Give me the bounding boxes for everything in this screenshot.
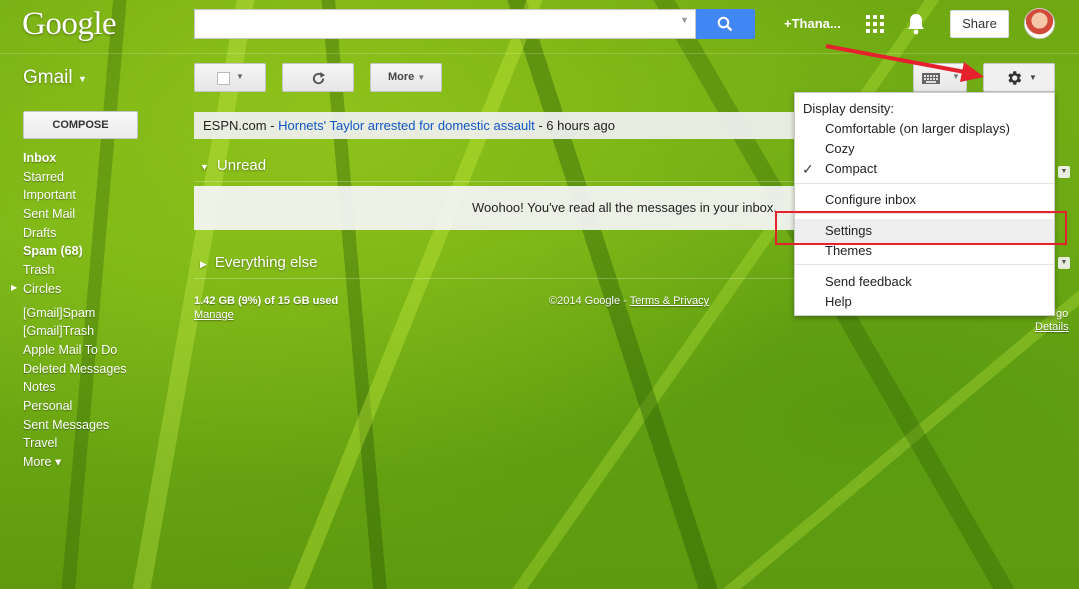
menu-divider	[795, 264, 1054, 265]
display-density-header: Display density:	[803, 101, 895, 116]
refresh-icon	[312, 71, 326, 85]
menu-item-cozy[interactable]: Cozy	[825, 141, 855, 156]
details-link[interactable]: Details	[1035, 321, 1069, 333]
news-age: - 6 hours ago	[534, 118, 615, 133]
chevron-down-icon: ▼	[417, 73, 426, 82]
expand-circles-icon[interactable]: ▶	[11, 283, 17, 292]
annotation-arrow-icon	[825, 44, 984, 82]
section-unread-toggle[interactable]: ▼ Unread	[200, 157, 266, 174]
menu-item-configure-inbox[interactable]: Configure inbox	[825, 192, 916, 207]
google-logo[interactable]: Google	[22, 6, 117, 43]
expand-triangle-icon: ▶	[200, 259, 207, 269]
section-unread-options-icon[interactable]: ▼	[1058, 166, 1070, 178]
more-actions-button[interactable]: More ▼	[370, 63, 442, 92]
select-checkbox[interactable]	[217, 72, 230, 85]
search-button[interactable]	[696, 9, 755, 39]
compose-button[interactable]: COMPOSE	[23, 111, 138, 139]
details-link-text: Details	[1035, 321, 1069, 333]
sidebar-item-sent-mail[interactable]: Sent Mail	[23, 205, 183, 224]
sidebar-item-trash[interactable]: Trash	[23, 261, 183, 280]
search-icon	[717, 16, 733, 32]
copyright-footer: ©2014 Google - Terms & Privacy	[549, 295, 709, 307]
section-everything-else-options-icon[interactable]: ▼	[1058, 257, 1070, 269]
sidebar-item-circles[interactable]: Circles	[23, 280, 183, 299]
section-everything-else-toggle[interactable]: ▶ Everything else	[200, 254, 317, 271]
refresh-button[interactable]	[282, 63, 354, 92]
sidebar-item-important[interactable]: Important	[23, 186, 183, 205]
share-button[interactable]: Share	[950, 10, 1009, 38]
more-label: More	[388, 71, 415, 83]
sidebar-item-apple-mail-to-do[interactable]: Apple Mail To Do	[23, 341, 183, 360]
sidebar-item-travel[interactable]: Travel	[23, 434, 183, 453]
menu-item-help[interactable]: Help	[825, 294, 852, 309]
chevron-down-icon[interactable]: ▼	[78, 74, 87, 84]
avatar[interactable]	[1024, 8, 1055, 39]
menu-item-send-feedback[interactable]: Send feedback	[825, 274, 912, 289]
section-unread-title: Unread	[216, 157, 267, 174]
sidebar-item-drafts[interactable]: Drafts	[23, 224, 183, 243]
collapse-triangle-icon: ▼	[200, 162, 209, 172]
menu-item-comfortable[interactable]: Comfortable (on larger displays)	[825, 121, 1010, 136]
sidebar-item-more[interactable]: More ▾	[23, 453, 183, 472]
annotation-highlight-box	[775, 211, 1067, 245]
sidebar-item-spam[interactable]: Spam (68)	[23, 242, 183, 261]
sidebar-item-personal[interactable]: Personal	[23, 397, 183, 416]
sidebar-item-sent-messages[interactable]: Sent Messages	[23, 416, 183, 435]
section-everything-else-title: Everything else	[214, 254, 318, 271]
sidebar-item-starred[interactable]: Starred	[23, 168, 183, 187]
search-input[interactable]	[194, 9, 696, 39]
terms-privacy-link[interactable]: Terms & Privacy	[630, 295, 709, 307]
chevron-down-icon: ▼	[236, 72, 244, 81]
chevron-down-icon: ▼	[1029, 73, 1037, 82]
sidebar-item-gmail-trash[interactable]: [Gmail]Trash	[23, 322, 183, 341]
notifications-bell-icon[interactable]	[906, 13, 926, 38]
search-options-caret-icon[interactable]: ▼	[680, 15, 689, 25]
last-activity-fragment: go	[1056, 308, 1069, 320]
gear-icon	[1008, 71, 1022, 85]
manage-link-text: Manage	[194, 309, 234, 321]
sidebar-nav: Inbox Starred Important Sent Mail Drafts…	[23, 149, 183, 472]
storage-usage: 1.42 GB (9%) of 15 GB used	[194, 295, 339, 307]
menu-item-themes[interactable]: Themes	[825, 243, 872, 258]
menu-item-compact[interactable]: Compact	[825, 161, 877, 176]
apps-grid-icon[interactable]	[866, 15, 884, 36]
sidebar-item-inbox[interactable]: Inbox	[23, 149, 183, 168]
manage-storage-link[interactable]: Manage	[194, 309, 234, 321]
settings-gear-button[interactable]: ▼	[983, 63, 1055, 92]
copyright-text: ©2014 Google -	[549, 295, 630, 307]
news-source: ESPN.com -	[203, 118, 279, 133]
menu-divider	[795, 183, 1054, 184]
settings-dropdown-menu: Display density: Comfortable (on larger …	[794, 92, 1055, 316]
gmail-app-switcher[interactable]: Gmail	[23, 67, 73, 89]
news-headline-link[interactable]: Hornets' Taylor arrested for domestic as…	[278, 118, 535, 133]
sidebar-item-deleted-messages[interactable]: Deleted Messages	[23, 360, 183, 379]
sidebar-item-gmail-spam[interactable]: [Gmail]Spam	[23, 304, 183, 323]
checkmark-icon: ✓	[802, 161, 814, 177]
user-profile-link[interactable]: +Thana...	[784, 16, 841, 31]
select-all-button[interactable]: ▼	[194, 63, 266, 92]
sidebar-item-notes[interactable]: Notes	[23, 378, 183, 397]
